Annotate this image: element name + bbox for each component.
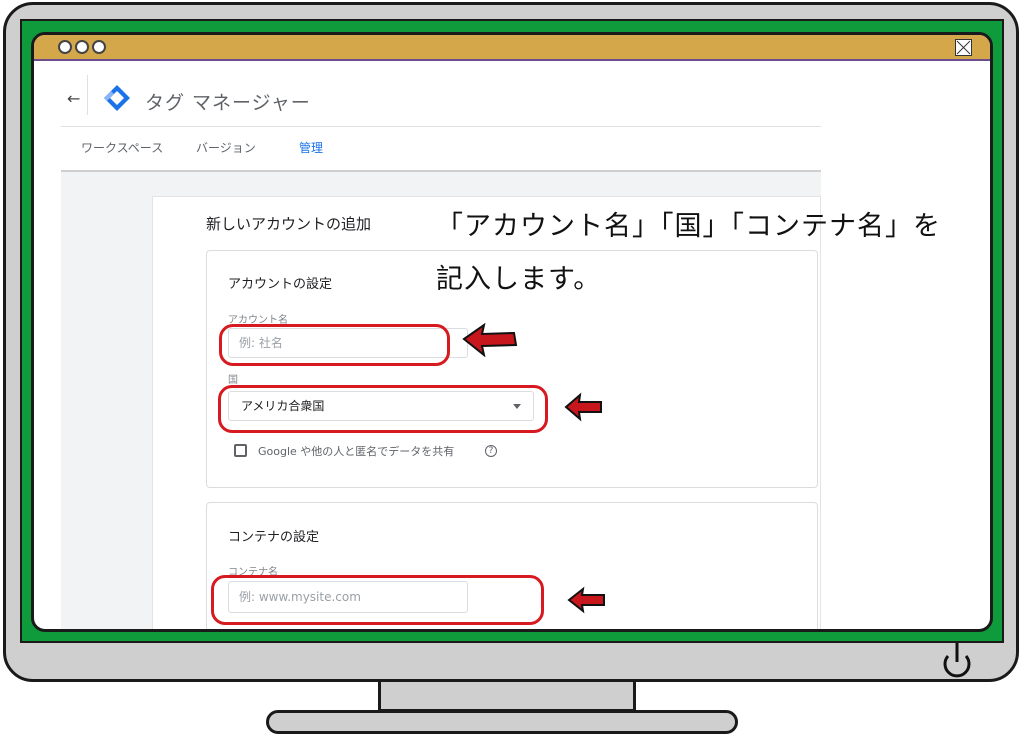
arrow-left-icon xyxy=(567,586,605,614)
window-dot-icon[interactable] xyxy=(58,40,72,54)
help-icon[interactable]: ? xyxy=(485,445,497,457)
highlight-account-name xyxy=(219,324,450,366)
arrow-left-icon xyxy=(462,323,518,357)
browser-window: ← タグ マネージャー ワークスペース バージョン 管理 新しいアカウントの追加… xyxy=(31,32,993,632)
close-icon[interactable] xyxy=(955,39,972,56)
tab-version[interactable]: バージョン xyxy=(196,139,256,156)
container-settings-title: コンテナの設定 xyxy=(228,530,320,545)
monitor-stand-base xyxy=(266,710,738,734)
tab-workspace[interactable]: ワークスペース xyxy=(81,139,163,156)
highlight-country xyxy=(218,385,548,433)
arrow-left-icon xyxy=(564,392,602,422)
window-dot-icon[interactable] xyxy=(92,40,106,54)
annotation-line1: 「アカウント名」「国」「コンテナ名」を xyxy=(436,211,941,242)
page-title: 新しいアカウントの追加 xyxy=(206,215,372,233)
country-label: 国 xyxy=(228,375,238,386)
divider xyxy=(87,75,88,115)
tab-admin[interactable]: 管理 xyxy=(299,139,323,156)
window-titlebar xyxy=(34,35,990,61)
app-title: タグ マネージャー xyxy=(145,92,311,114)
window-dot-icon[interactable] xyxy=(75,40,89,54)
gtm-logo-icon xyxy=(103,84,131,116)
power-icon xyxy=(940,640,974,686)
divider xyxy=(61,126,821,127)
share-data-checkbox[interactable] xyxy=(234,444,247,457)
account-settings-title: アカウントの設定 xyxy=(228,277,333,292)
annotation-line2: 記入します。 xyxy=(436,264,602,295)
arrow-back-icon[interactable]: ← xyxy=(67,89,80,108)
highlight-container-name xyxy=(211,575,544,625)
monitor-stand-neck xyxy=(378,682,636,712)
share-data-label: Google や他の人と匿名でデータを共有 xyxy=(258,445,455,458)
